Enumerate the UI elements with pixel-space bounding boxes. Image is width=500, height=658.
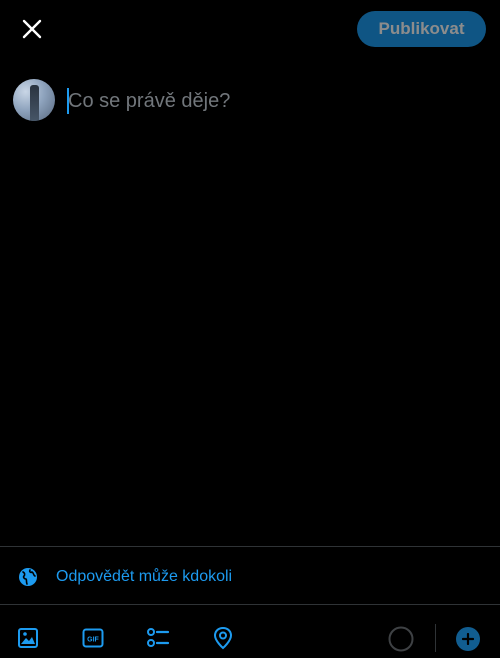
toolbar-divider xyxy=(435,624,436,652)
poll-icon xyxy=(147,628,170,647)
svg-text:GIF: GIF xyxy=(87,637,99,644)
divider xyxy=(0,604,500,605)
add-location-button[interactable] xyxy=(210,625,236,651)
add-icon xyxy=(462,633,474,645)
publish-button[interactable]: Publikovat xyxy=(357,11,486,47)
close-icon xyxy=(22,19,42,39)
reply-settings-button[interactable]: Odpovědět může kdokoli xyxy=(0,553,500,601)
add-image-button[interactable] xyxy=(15,625,41,651)
avatar[interactable] xyxy=(13,79,55,121)
compose-header: Publikovat xyxy=(0,0,500,60)
add-poll-button[interactable] xyxy=(145,625,171,651)
character-progress-ring xyxy=(388,626,414,652)
add-thread-button[interactable] xyxy=(456,627,480,651)
image-icon xyxy=(18,628,38,648)
gif-icon: GIF xyxy=(82,628,104,648)
close-button[interactable] xyxy=(14,11,50,47)
compose-row xyxy=(0,76,500,126)
add-gif-button[interactable]: GIF xyxy=(80,625,106,651)
compose-toolbar: GIF xyxy=(0,612,500,658)
location-icon xyxy=(213,626,233,650)
text-caret xyxy=(67,88,69,114)
avatar-image xyxy=(30,85,39,121)
divider xyxy=(0,546,500,547)
globe-icon xyxy=(19,568,37,586)
reply-settings-label: Odpovědět může kdokoli xyxy=(56,568,233,585)
compose-input[interactable] xyxy=(66,88,488,114)
